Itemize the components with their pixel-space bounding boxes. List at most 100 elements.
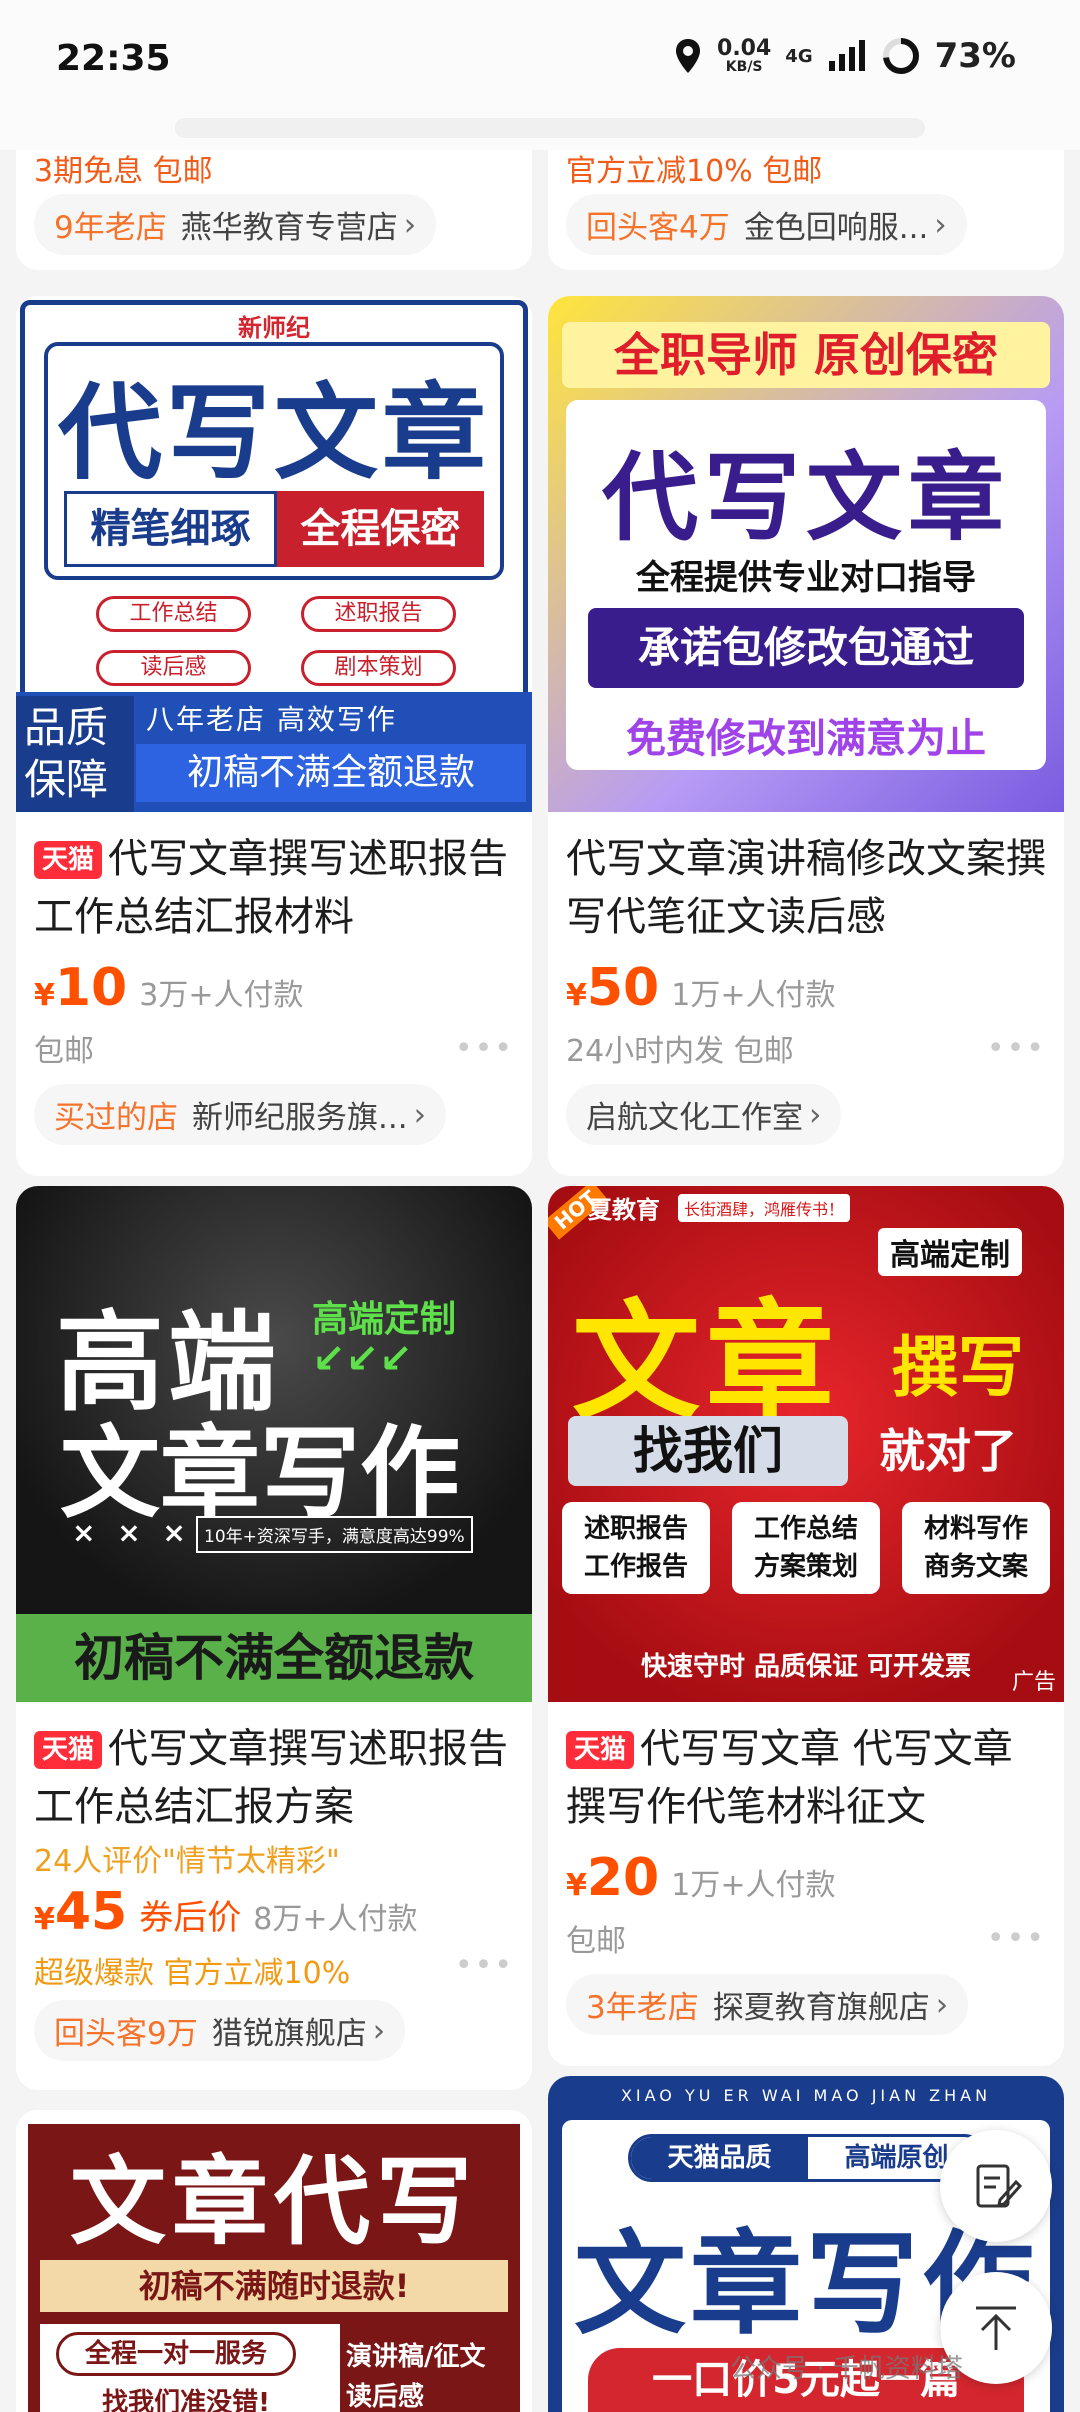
promo-line: 超级爆款 官方立减10% ••• [34,1948,514,1992]
chevron-right-icon: › [372,2012,386,2049]
shop-pill[interactable]: 启航文化工作室 › [566,1084,842,1145]
product-card[interactable]: 全职导师 原创保密 代写文章 全程提供专业对口指导 承诺包修改包通过 免费修改到… [548,296,1064,1176]
image-quality: 品质保障 [16,696,134,812]
product-image[interactable]: HOT 夏教育 长街酒肆，鸿雁传书！ 高端定制 文章 撰写 找我们 就对了 述职… [548,1186,1064,1702]
image-subtitle: 全程提供专业对口指导 [636,558,976,598]
image-chip: 述职报告 [301,596,456,632]
image-store-years: 八年老店 高效写作 [146,703,397,736]
status-indicators: 0.04 KB/S 4G 73% [673,36,1016,76]
price: ¥10 [34,958,128,1018]
status-bar: 22:35 0.04 KB/S 4G 73% [0,0,1080,150]
tmall-badge: 天猫 [34,841,103,879]
image-headline: 代写文章 [57,372,490,494]
price: ¥45 [34,1882,128,1942]
sold-count: 3万+人付款 [139,978,304,1013]
image-headline: 文章代写 [70,2146,478,2258]
price-row: ¥50 1万+人付款 [548,946,1064,1018]
sold-count: 8万+人付款 [253,1902,418,1937]
product-card[interactable]: 文章代写 初稿不满随时退款! 全程一对一服务 找我们准没错! 演讲稿/征文 读后… [16,2110,532,2412]
image-chip: 工作总结 [96,596,251,632]
image-side: 高端定制 [312,1299,457,1340]
shop-pill[interactable]: 9年老店 燕华教育专营店 › [34,194,437,255]
network-type: 4G [785,45,813,67]
ad-label: 广告 [1011,1670,1056,1695]
image-refund: 初稿不满全额退款 [136,744,526,802]
image-brand: 新师纪 [238,314,310,342]
image-checkboxes: × × × [72,1516,192,1549]
chevron-right-icon: › [934,206,947,243]
product-image[interactable]: 全职导师 原创保密 代写文章 全程提供专业对口指导 承诺包修改包通过 免费修改到… [548,296,1064,812]
edit-note-icon [976,2164,1022,2208]
product-card[interactable]: 新师纪 代写文章 精笔细琢 全程保密 工作总结 述职报告 读后感 剧本策划 八年… [16,296,532,1176]
image-service-box: 工作总结 方案策划 [732,1502,880,1594]
image-band-right: 就对了 [879,1424,1017,1478]
image-bottom: 免费修改到满意为止 [626,716,986,762]
tmall-badge: 天猫 [34,1731,103,1769]
chevron-right-icon: › [403,206,417,243]
image-side: 撰写 [892,1329,1024,1406]
image-custom: 高端定制 [878,1228,1022,1276]
price-row: ¥10 3万+人付款 [16,946,532,1018]
image-left-line1: 全程一对一服务 [56,2332,296,2376]
product-title[interactable]: 代写文章演讲稿修改文案撰写代笔征文读后感 [548,812,1064,946]
product-image[interactable]: 文章代写 初稿不满随时退款! 全程一对一服务 找我们准没错! 演讲稿/征文 读后… [16,2110,532,2412]
image-left-line2: 找我们准没错! [102,2388,270,2412]
product-title[interactable]: 天猫 代写文章撰写述职报告工作总结汇报材料 [16,812,532,946]
more-options-icon[interactable]: ••• [987,1921,1046,1956]
product-card[interactable]: 高端 高端定制 ↙↙↙ 文章写作 × × × 10年+资深写手，满意度高达99%… [16,1186,532,2090]
shop-pill[interactable]: 买过的店 新师纪服务旗... › [34,1084,446,1145]
more-options-icon[interactable]: ••• [987,1031,1046,1066]
meta-row: 包邮 ••• [34,1030,514,1070]
meta-row: 24小时内发 包邮 ••• [566,1030,1046,1070]
sold-count: 1万+人付款 [671,1868,836,1903]
coupon-price-label: 券后价 [139,1898,242,1938]
image-top-banner: 全职导师 原创保密 [562,322,1050,388]
shop-pill[interactable]: 3年老店 探夏教育旗舰店 › [566,1974,969,2035]
pull-handle [175,118,925,138]
product-title[interactable]: 天猫 代写写文章 代写文章撰写作代笔材料征文 [548,1702,1064,1836]
edit-note-button[interactable] [940,2130,1052,2242]
image-bottom: 初稿不满全额退款 [16,1614,532,1702]
signal-icon [828,40,865,71]
image-pill-left: 天猫品质 [631,2137,808,2179]
watermark: 公众号 · 千帆资料塔 [730,2354,963,2384]
product-title[interactable]: 天猫 代写文章撰写述职报告工作总结汇报方案 [16,1702,532,1836]
chevron-right-icon: › [809,1096,822,1133]
image-band: 初稿不满随时退款! [40,2260,508,2312]
price-row: ¥45 券后价 8万+人付款 [16,1880,532,1942]
image-slogan: 长街酒肆，鸿雁传书！ [678,1194,851,1222]
image-band-right: 全程保密 [277,491,484,567]
image-service-box: 材料写作 商务文案 [902,1502,1050,1594]
review-snippet: 24人评价"情节太精彩" [34,1844,340,1879]
net-speed: 0.04 KB/S [717,36,772,75]
product-image[interactable]: 新师纪 代写文章 精笔细琢 全程保密 工作总结 述职报告 读后感 剧本策划 八年… [16,296,532,812]
arrows-icon: ↙↙↙ [312,1336,413,1382]
image-band: 承诺包修改包通过 [588,608,1024,688]
image-chip: 读后感 [96,650,251,686]
chevron-right-icon: › [935,1986,949,2023]
shop-pill[interactable]: 回头客9万 猎锐旗舰店 › [34,2000,406,2061]
price-row: ¥20 1万+人付款 [548,1836,1064,1908]
tmall-badge: 天猫 [566,1731,635,1769]
product-image[interactable]: 高端 高端定制 ↙↙↙ 文章写作 × × × 10年+资深写手，满意度高达99%… [16,1186,532,1702]
image-service-box: 述职报告 工作报告 [562,1502,710,1594]
status-time: 22:35 [56,38,171,79]
back-to-top-icon [976,2306,1016,2350]
product-card[interactable]: HOT 夏教育 长街酒肆，鸿雁传书！ 高端定制 文章 撰写 找我们 就对了 述职… [548,1186,1064,2066]
price: ¥20 [566,1848,660,1908]
image-chip: 剧本策划 [301,650,456,686]
sold-count: 1万+人付款 [671,978,836,1013]
image-corner: 夏教育 [588,1196,660,1224]
more-options-icon[interactable]: ••• [455,1031,514,1066]
image-band-left: 找我们 [568,1416,848,1486]
shop-pill[interactable]: 回头客4万 金色回响服... › [566,194,967,255]
meta-row: 包邮 ••• [566,1920,1046,1960]
image-headline: 代写文章 [602,442,1010,554]
image-footer: 快速守时 品质保证 可开发票 [640,1652,972,1682]
chevron-right-icon: › [413,1096,426,1133]
battery-percent: 73% [934,36,1016,76]
image-note: 10年+资深写手，满意度高达99% [196,1516,473,1553]
location-icon [676,39,701,73]
image-marquee: XIAO YU ER WAI MAO JIAN ZHAN [620,2086,992,2105]
more-options-icon[interactable]: ••• [455,1948,514,1992]
